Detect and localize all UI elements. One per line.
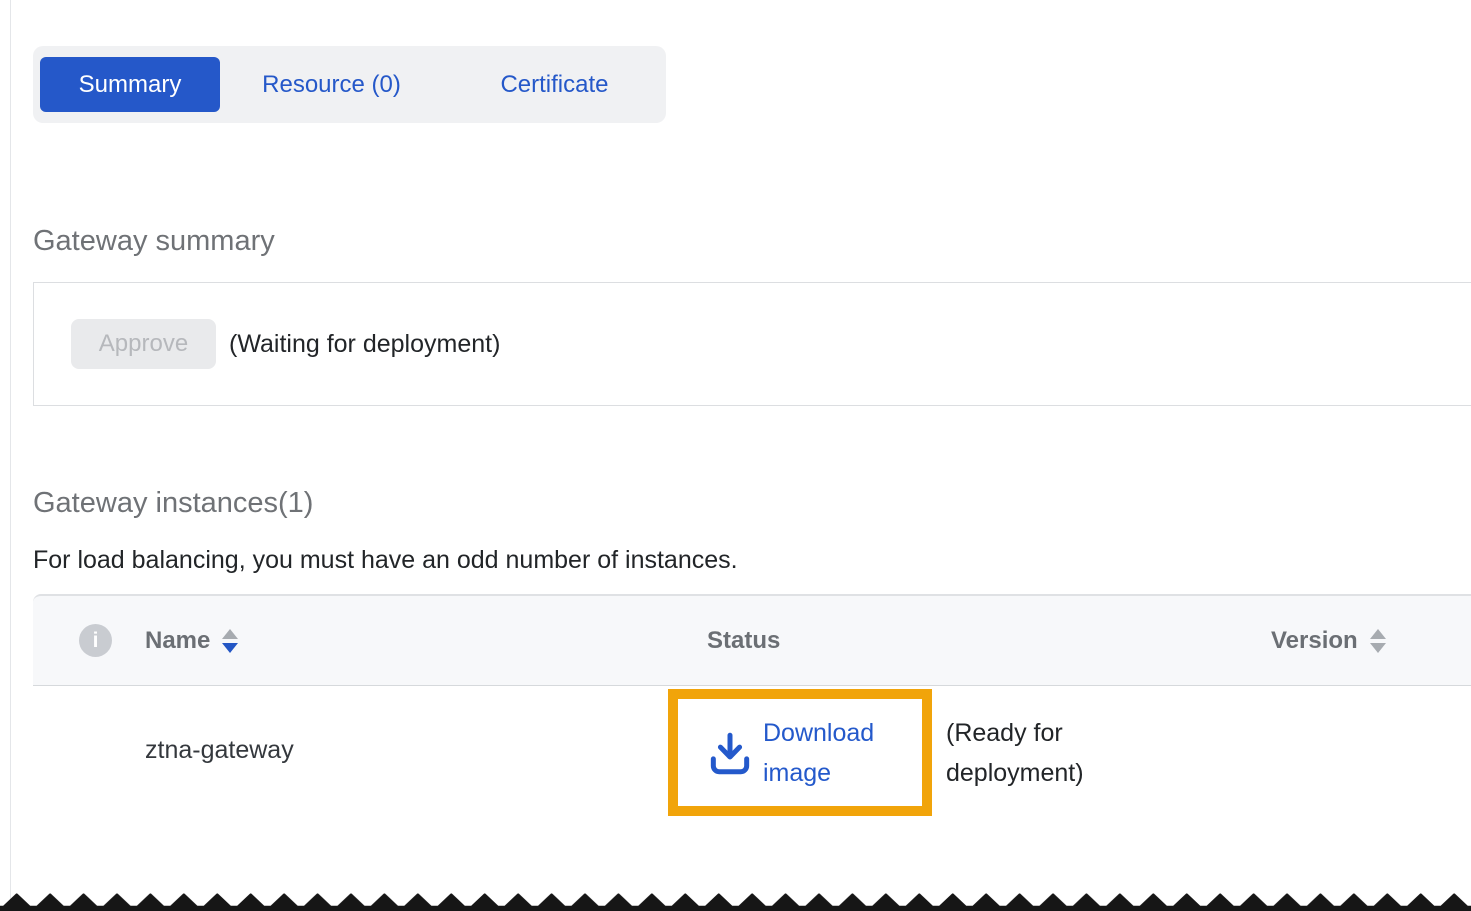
- instance-status-cell: Download image (Ready for deployment): [668, 688, 1223, 817]
- download-icon: [705, 726, 755, 780]
- row-info-cell: [33, 686, 130, 881]
- tab-bar: Summary Resource (0) Certificate: [33, 46, 666, 123]
- sort-desc-icon: [222, 643, 238, 653]
- table-header-row: Name Status Version: [33, 594, 1471, 686]
- instances-subtitle: For load balancing, you must have an odd…: [33, 545, 1471, 575]
- waiting-for-deployment-note: (Waiting for deployment): [229, 330, 500, 359]
- summary-tab-content: Summary Resource (0) Certificate Gateway…: [33, 0, 1471, 881]
- instances-table: Name Status Version ztna-gateway: [33, 594, 1471, 881]
- sort-asc-icon: [222, 629, 238, 639]
- download-image-link[interactable]: Download image: [705, 713, 903, 793]
- instance-version-cell: [1223, 686, 1471, 881]
- sort-arrows-icon-name[interactable]: [222, 629, 238, 653]
- column-header-name-label: Name: [145, 627, 210, 655]
- column-header-status: Status: [660, 627, 1223, 655]
- column-header-status-label: Status: [707, 627, 780, 655]
- table-row: ztna-gateway Download image (Ready for d…: [33, 686, 1471, 881]
- sort-arrows-icon-version[interactable]: [1370, 629, 1386, 653]
- gateway-instances-title: Gateway instances(1): [33, 486, 1471, 521]
- tab-certificate[interactable]: Certificate: [443, 57, 666, 112]
- column-header-version[interactable]: Version: [1223, 627, 1471, 655]
- download-image-label: Download image: [763, 713, 903, 793]
- gateway-summary-title: Gateway summary: [33, 224, 1471, 259]
- sort-asc-icon: [1370, 629, 1386, 639]
- instance-name: ztna-gateway: [130, 686, 660, 881]
- tab-resource[interactable]: Resource (0): [220, 57, 443, 112]
- download-image-highlight-box: Download image: [668, 689, 932, 816]
- approve-button[interactable]: Approve: [71, 319, 216, 369]
- tab-summary[interactable]: Summary: [40, 57, 220, 112]
- column-header-name[interactable]: Name: [130, 627, 660, 655]
- panel-divider: [10, 0, 11, 911]
- torn-edge-decoration: [0, 891, 1471, 911]
- column-header-version-label: Version: [1271, 627, 1358, 655]
- torn-edge-zigzag: [0, 891, 1471, 911]
- gateway-summary-panel: Approve (Waiting for deployment): [33, 282, 1471, 406]
- ready-for-deployment-note: (Ready for deployment): [946, 713, 1131, 793]
- table-header-info-cell: [33, 624, 130, 657]
- info-icon[interactable]: [79, 624, 112, 657]
- sort-desc-icon: [1370, 643, 1386, 653]
